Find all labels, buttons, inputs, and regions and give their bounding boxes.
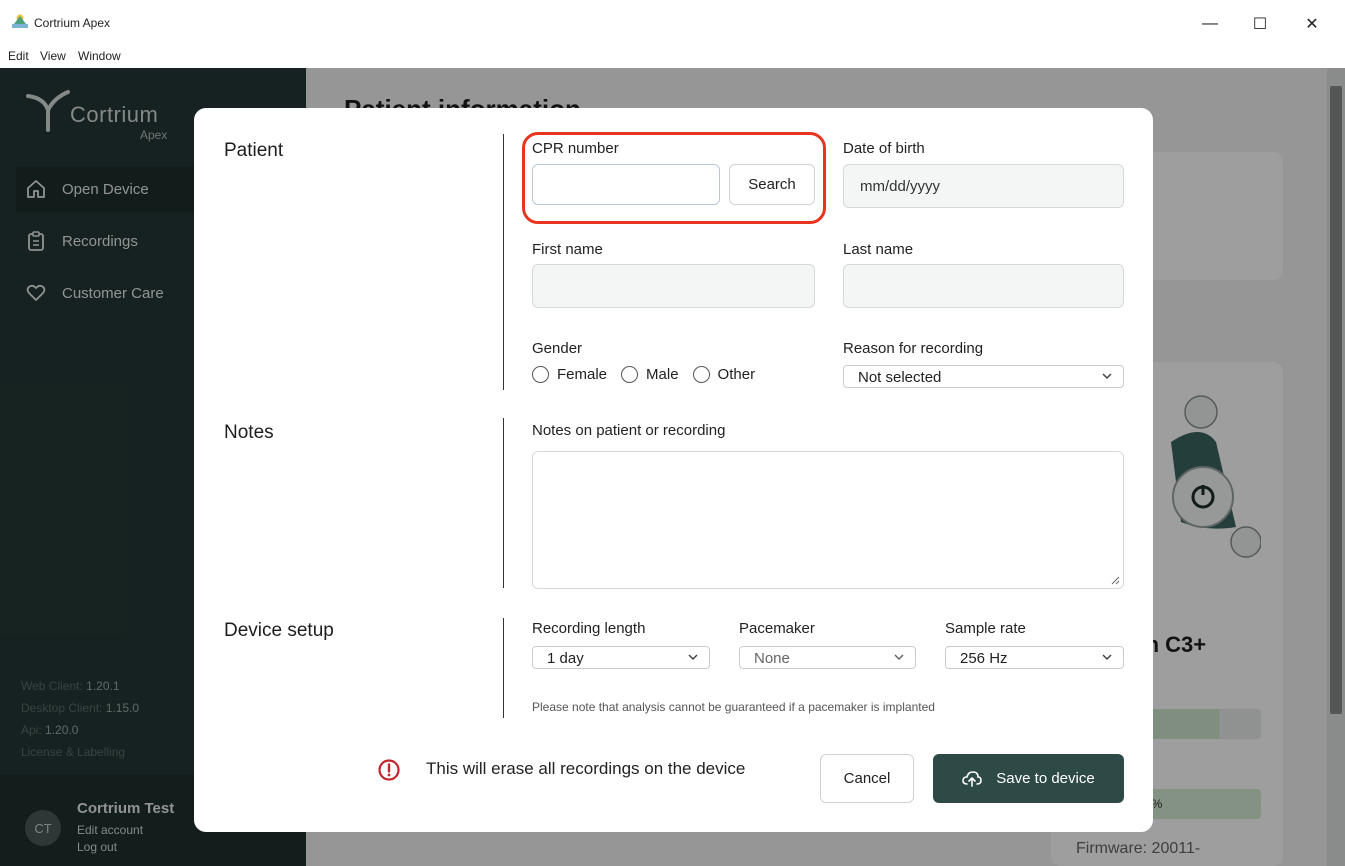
first-name-input[interactable]	[532, 264, 815, 308]
divider	[503, 134, 504, 390]
resize-handle-icon[interactable]	[1110, 575, 1120, 585]
divider	[503, 618, 504, 718]
recording-length-label: Recording length	[532, 620, 646, 637]
gender-label: Gender	[532, 340, 583, 357]
dob-label: Date of birth	[843, 140, 925, 157]
gender-female-radio[interactable]: Female	[532, 366, 607, 383]
section-title-notes: Notes	[224, 422, 274, 443]
save-to-device-button[interactable]: Save to device	[933, 754, 1124, 803]
divider	[503, 418, 504, 588]
gender-male-radio[interactable]: Male	[621, 366, 679, 383]
maximize-button[interactable]: ☐	[1242, 10, 1278, 38]
window-title: Cortrium Apex	[34, 16, 111, 30]
chevron-down-icon	[894, 654, 904, 661]
menu-bar: Edit View Window	[0, 46, 1345, 68]
cloud-upload-icon	[962, 770, 983, 787]
notes-textarea[interactable]	[532, 451, 1124, 589]
radio-circle-icon	[621, 366, 639, 383]
highlight-annotation	[522, 132, 826, 224]
radio-circle-icon	[692, 366, 710, 383]
sample-rate-select[interactable]: 256 Hz	[945, 646, 1124, 669]
warning-icon	[378, 759, 400, 781]
reason-label: Reason for recording	[843, 340, 984, 357]
gender-radio-group: Female Male Other	[532, 366, 769, 383]
chevron-down-icon	[688, 654, 698, 661]
gender-other-radio[interactable]: Other	[692, 366, 755, 383]
menu-window[interactable]: Window	[78, 49, 121, 63]
chevron-down-icon	[1102, 373, 1112, 380]
pacemaker-note: Please note that analysis cannot be guar…	[532, 700, 935, 714]
chevron-down-icon	[1102, 654, 1112, 661]
reason-select[interactable]: Not selected	[843, 365, 1124, 388]
menu-view[interactable]: View	[40, 49, 66, 63]
cancel-button[interactable]: Cancel	[820, 754, 914, 803]
warning-text: This will erase all recordings on the de…	[426, 759, 746, 778]
section-title-patient: Patient	[224, 140, 284, 161]
notes-label: Notes on patient or recording	[532, 422, 726, 439]
first-name-label: First name	[532, 241, 603, 258]
recording-length-select[interactable]: 1 day	[532, 646, 710, 669]
date-of-birth-input[interactable]: mm/dd/yyyy	[843, 164, 1124, 208]
minimize-button[interactable]: —	[1192, 10, 1228, 38]
last-name-input[interactable]	[843, 264, 1124, 308]
pacemaker-label: Pacemaker	[739, 620, 815, 637]
menu-edit[interactable]: Edit	[8, 49, 29, 63]
pacemaker-select[interactable]: None	[739, 646, 916, 669]
radio-circle-icon	[532, 366, 549, 383]
title-bar: Cortrium Apex — ☐ ✕	[0, 0, 1345, 46]
section-title-device-setup: Device setup	[224, 620, 334, 641]
app-icon	[12, 14, 28, 28]
patient-modal: Patient Notes Device setup CPR number Se…	[194, 108, 1153, 832]
close-button[interactable]: ✕	[1294, 10, 1330, 38]
sample-rate-label: Sample rate	[945, 620, 1026, 637]
last-name-label: Last name	[843, 241, 914, 258]
